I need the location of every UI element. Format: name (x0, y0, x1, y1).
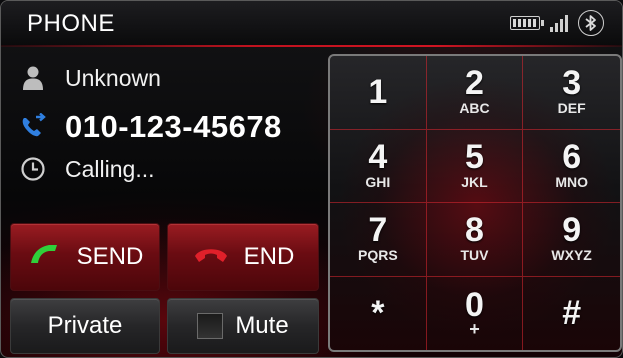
key-digit: 0 (465, 286, 484, 325)
keypad-key[interactable]: 0 + (427, 276, 524, 350)
key-letters: ABC (459, 100, 490, 117)
phone-number: 010-123-45678 (65, 109, 282, 144)
end-button[interactable]: END (167, 223, 319, 291)
clock-icon (19, 155, 47, 183)
signal-icon (550, 14, 568, 32)
phone-screen: PHONE Unknown 010-123-45678 Calling... S… (0, 0, 623, 358)
key-letters: GHI (365, 173, 391, 190)
bluetooth-icon (578, 10, 604, 36)
keypad-key[interactable]: 9 WXYZ (523, 203, 620, 277)
send-label: SEND (76, 243, 144, 270)
keypad-grid: 1 2 ABC 3 DEF 4 GHI 5 JKL 6 MNO 7 PQRS 8 TUV 9 WXYZ * 0 + # (330, 56, 620, 350)
private-button[interactable]: Private (10, 298, 160, 354)
call-status-row: Calling... (19, 155, 154, 183)
key-digit: 2 (465, 64, 484, 103)
key-digit: 9 (562, 211, 582, 250)
end-label: END (243, 243, 295, 270)
top-bar: PHONE (1, 1, 622, 46)
outgoing-call-icon (19, 113, 47, 141)
key-letters: PQRS (357, 247, 398, 264)
dial-keypad: 1 2 ABC 3 DEF 4 GHI 5 JKL 6 MNO 7 PQRS 8 TUV 9 WXYZ * 0 + # (328, 54, 622, 352)
key-letters: WXYZ (551, 247, 592, 264)
key-digit: 8 (465, 211, 484, 250)
key-letters: + (469, 319, 480, 340)
key-digit: 4 (368, 137, 388, 176)
keypad-key[interactable]: 5 JKL (426, 129, 524, 203)
key-digit: # (562, 294, 582, 333)
keypad-key[interactable]: # (523, 277, 620, 351)
key-digit: 5 (465, 137, 484, 176)
key-digit: 3 (562, 64, 582, 103)
end-call-icon (192, 243, 230, 272)
mute-label: Mute (235, 312, 289, 339)
contact-row: Unknown (19, 64, 161, 92)
keypad-key[interactable]: 7 PQRS (330, 203, 427, 277)
key-letters: DEF (557, 100, 586, 117)
call-status: Calling... (65, 155, 155, 182)
mute-checkbox[interactable] (197, 313, 224, 339)
number-row: 010-123-45678 (19, 109, 282, 145)
keypad-key[interactable]: 8 TUV (426, 203, 524, 277)
keypad-key[interactable]: 1 (330, 56, 427, 130)
key-digit: 6 (562, 137, 582, 176)
keypad-key[interactable]: * (330, 276, 427, 350)
page-title: PHONE (27, 10, 115, 37)
key-digit: 1 (368, 73, 388, 112)
key-digit: 7 (368, 211, 388, 250)
contact-name: Unknown (65, 64, 161, 91)
status-icons (510, 10, 604, 36)
key-letters: MNO (555, 173, 588, 190)
battery-icon (510, 16, 544, 30)
private-label: Private (47, 312, 123, 339)
key-letters: JKL (461, 173, 488, 190)
key-letters: TUV (460, 247, 489, 264)
header-divider (1, 45, 622, 47)
send-call-icon (27, 241, 63, 274)
mute-button[interactable]: Mute (167, 298, 319, 354)
keypad-key[interactable]: 3 DEF (523, 56, 620, 130)
person-icon (19, 64, 47, 92)
keypad-key[interactable]: 4 GHI (330, 129, 427, 203)
keypad-key[interactable]: 2 ABC (426, 56, 524, 130)
keypad-key[interactable]: 6 MNO (523, 130, 620, 203)
key-digit: * (371, 294, 385, 333)
send-button[interactable]: SEND (10, 223, 160, 291)
